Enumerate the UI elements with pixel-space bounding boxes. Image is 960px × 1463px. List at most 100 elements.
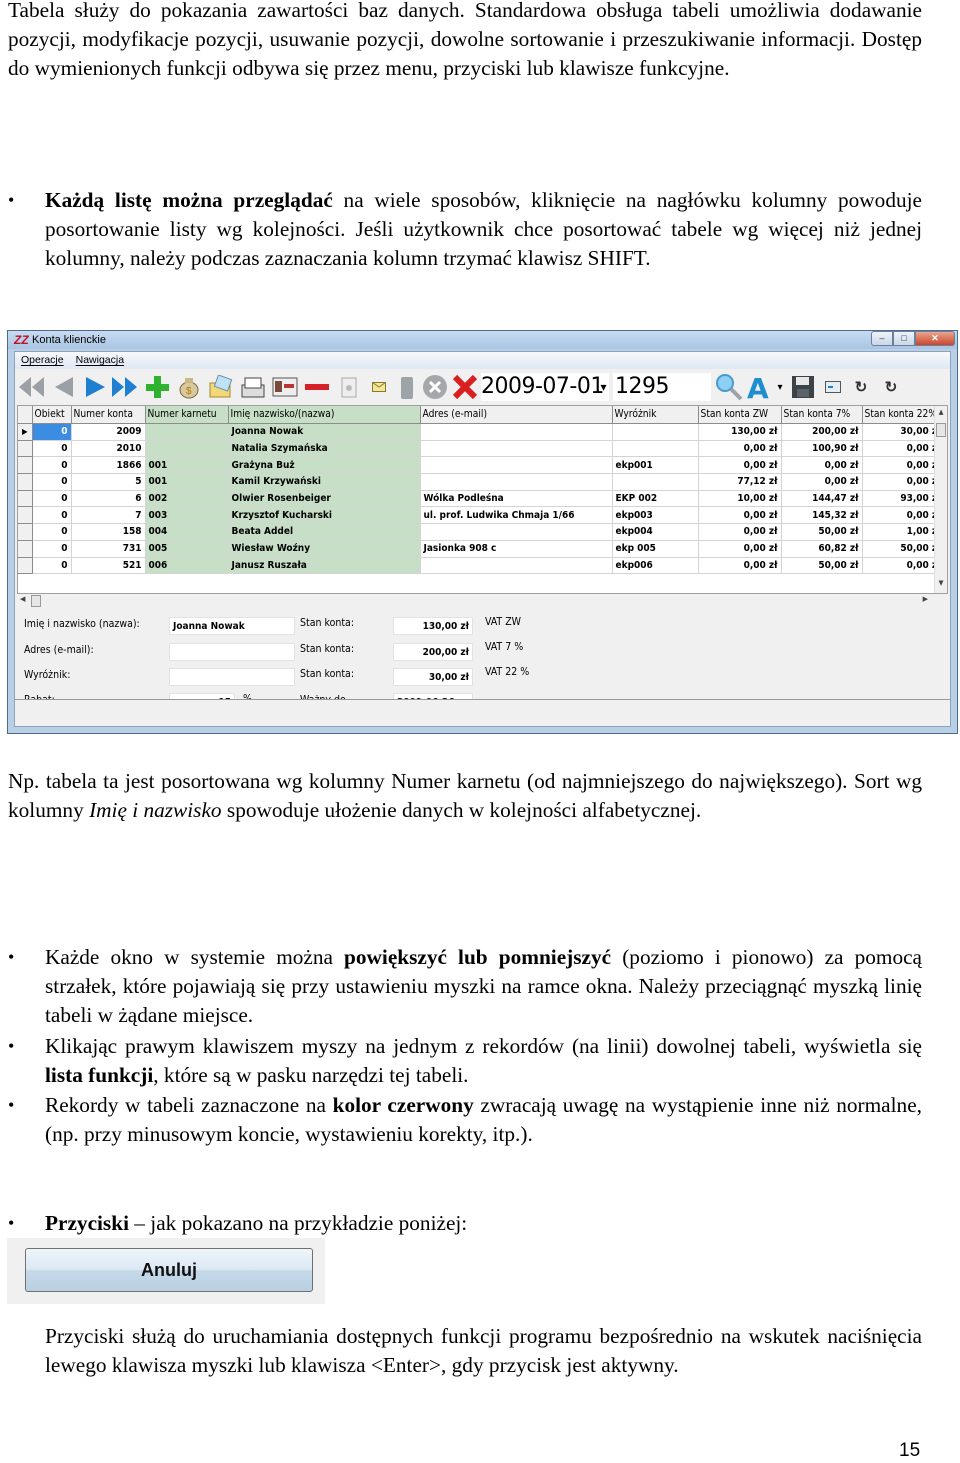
cancel-circle-icon[interactable] xyxy=(421,373,449,401)
cell-stan-zw[interactable]: 0,00 zł xyxy=(698,456,782,475)
window-titlebar[interactable]: ZZ Konta klienckie – □ ✕ xyxy=(8,331,957,349)
money-bag-icon[interactable]: $ xyxy=(175,373,203,401)
cell-wyroznik[interactable]: ekp003 xyxy=(612,506,699,525)
cell-wyroznik[interactable]: ekp004 xyxy=(612,523,699,541)
table-row[interactable]: 0 2010 Natalia Szymańska 0,00 zł 100,90 zł 0,… xyxy=(18,440,945,458)
cell-numer-konta[interactable]: 2010 xyxy=(71,440,146,458)
cell-numer-konta[interactable]: 731 xyxy=(71,540,146,558)
cell-nazwa[interactable]: Olwier Rosenbeiger xyxy=(228,490,421,508)
envelope-icon[interactable] xyxy=(365,373,393,401)
cell-stan-7[interactable]: 100,90 zł xyxy=(781,440,863,458)
scroll-left-icon[interactable]: ◀ xyxy=(20,595,25,603)
vertical-scrollbar[interactable]: ▲ ▼ xyxy=(934,406,947,593)
column-header-obiekt[interactable]: Obiekt xyxy=(32,406,72,424)
row-selector[interactable] xyxy=(18,540,33,558)
balance-field-7[interactable]: 200,00 zł xyxy=(393,643,473,661)
cell-stan-7[interactable]: 144,47 zł xyxy=(781,490,863,508)
save-icon[interactable] xyxy=(789,373,817,401)
cell-obiekt[interactable]: 0 xyxy=(32,506,72,525)
cell-nazwa[interactable]: Janusz Ruszała xyxy=(228,557,421,575)
cell-stan-7[interactable]: 0,00 zł xyxy=(781,456,863,475)
next-record-icon[interactable] xyxy=(81,373,109,401)
scroll-up-icon[interactable]: ▲ xyxy=(935,408,947,420)
cell-nazwa[interactable]: Natalia Szymańska xyxy=(228,440,421,458)
column-header-stan-7[interactable]: Stan konta 7% xyxy=(781,406,863,424)
cell-wyroznik[interactable] xyxy=(612,473,699,491)
menu-nawigacja[interactable]: Nawigacja xyxy=(76,352,124,369)
number-input[interactable]: 1295 xyxy=(613,373,711,401)
cell-numer-karnetu[interactable]: 002 xyxy=(145,490,229,508)
cell-stan-22[interactable]: 0,00 zł xyxy=(862,473,945,491)
row-selector[interactable] xyxy=(18,440,33,458)
column-header-stan-zw[interactable]: Stan konta ZW xyxy=(698,406,782,424)
cell-nazwa[interactable]: Grażyna Buż xyxy=(228,456,421,475)
table-row[interactable]: 0 7 003 Krzysztof Kucharski ul. prof. Ludwik… xyxy=(18,506,945,525)
cell-stan-22[interactable]: 0,00 zł xyxy=(862,557,945,575)
cell-adres[interactable] xyxy=(420,557,613,575)
cell-obiekt[interactable]: 0 xyxy=(32,473,72,491)
card-file-icon[interactable] xyxy=(239,373,267,401)
balance-field-zw[interactable]: 130,00 zł xyxy=(393,617,473,635)
cell-stan-zw[interactable]: 0,00 zł xyxy=(698,523,782,541)
id-card-icon[interactable] xyxy=(271,373,299,401)
menu-operacje[interactable]: Operacje xyxy=(21,352,64,369)
cell-stan-22[interactable]: 30,00 zł xyxy=(862,423,945,441)
vertical-scroll-thumb[interactable] xyxy=(936,423,946,437)
transfer-icon[interactable] xyxy=(819,373,847,401)
cell-adres[interactable] xyxy=(420,473,613,491)
cell-adres[interactable]: Jasionka 908 c xyxy=(420,540,613,558)
date-dropdown-arrow-icon[interactable]: ▾ xyxy=(600,373,606,401)
refresh-alt-icon[interactable]: ↻ xyxy=(877,373,905,401)
cell-wyroznik[interactable]: ekp006 xyxy=(612,557,699,575)
cell-wyroznik[interactable] xyxy=(612,423,699,441)
table-row[interactable]: 0 6 002 Olwier Rosenbeiger Wólka Podleśna EKP… xyxy=(18,490,945,508)
trash-icon[interactable] xyxy=(393,373,421,401)
cell-wyroznik[interactable] xyxy=(612,440,699,458)
row-selector[interactable] xyxy=(18,456,33,475)
column-header-wyroznik[interactable]: Wyróżnik xyxy=(612,406,699,424)
row-selector[interactable] xyxy=(18,490,33,508)
cell-numer-karnetu[interactable]: 001 xyxy=(145,473,229,491)
mark-field[interactable] xyxy=(169,668,295,686)
cell-stan-zw[interactable]: 77,12 zł xyxy=(698,473,782,491)
cell-nazwa[interactable]: Krzysztof Kucharski xyxy=(228,506,421,525)
cell-numer-konta[interactable]: 521 xyxy=(71,557,146,575)
cell-adres[interactable] xyxy=(420,423,613,441)
horizontal-scrollbar[interactable]: ◀ ▶ xyxy=(17,594,948,608)
cell-wyroznik[interactable]: EKP 002 xyxy=(612,490,699,508)
close-window-button[interactable]: ✕ xyxy=(915,331,955,346)
cell-numer-karnetu[interactable] xyxy=(145,423,229,441)
first-record-icon[interactable] xyxy=(17,373,45,401)
cell-numer-karnetu[interactable]: 001 xyxy=(145,456,229,475)
address-field[interactable] xyxy=(169,643,295,661)
name-field[interactable]: Joanna Nowak xyxy=(169,617,295,635)
cell-adres[interactable]: Wólka Podleśna xyxy=(420,490,613,508)
font-icon[interactable]: A xyxy=(745,373,773,401)
cell-numer-karnetu[interactable]: 003 xyxy=(145,506,229,525)
maximize-button[interactable]: □ xyxy=(893,331,915,346)
cell-stan-22[interactable]: 50,00 zł xyxy=(862,540,945,558)
cell-stan-zw[interactable]: 130,00 zł xyxy=(698,423,782,441)
cell-obiekt[interactable]: 0 xyxy=(32,490,72,508)
cell-obiekt[interactable]: 0 xyxy=(32,456,72,475)
cell-nazwa[interactable]: Beata Addel xyxy=(228,523,421,541)
add-record-icon[interactable] xyxy=(143,373,171,401)
close-red-x-icon[interactable] xyxy=(451,373,479,401)
cell-numer-konta[interactable]: 7 xyxy=(71,506,146,525)
cell-numer-konta[interactable]: 158 xyxy=(71,523,146,541)
column-header-stan-22[interactable]: Stan konta 22% xyxy=(862,406,945,424)
cell-obiekt[interactable]: 0 xyxy=(32,523,72,541)
cell-obiekt[interactable]: 0 xyxy=(32,557,72,575)
row-selector[interactable] xyxy=(18,473,33,491)
refresh-icon[interactable]: ↻ xyxy=(847,373,875,401)
cell-adres[interactable]: ul. prof. Ludwika Chmaja 1/66 xyxy=(420,506,613,525)
cell-numer-konta[interactable]: 6 xyxy=(71,490,146,508)
cell-stan-zw[interactable]: 0,00 zł xyxy=(698,506,782,525)
column-header-numer-konta[interactable]: Numer konta xyxy=(71,406,146,424)
cell-stan-zw[interactable]: 0,00 zł xyxy=(698,440,782,458)
last-record-icon[interactable] xyxy=(111,373,139,401)
table-row[interactable]: 0 731 005 Wiesław Woźny Jasionka 908 c ekp 00… xyxy=(18,540,945,558)
cell-numer-karnetu[interactable] xyxy=(145,440,229,458)
cell-stan-7[interactable]: 0,00 zł xyxy=(781,473,863,491)
scroll-right-icon[interactable]: ▶ xyxy=(923,595,928,603)
